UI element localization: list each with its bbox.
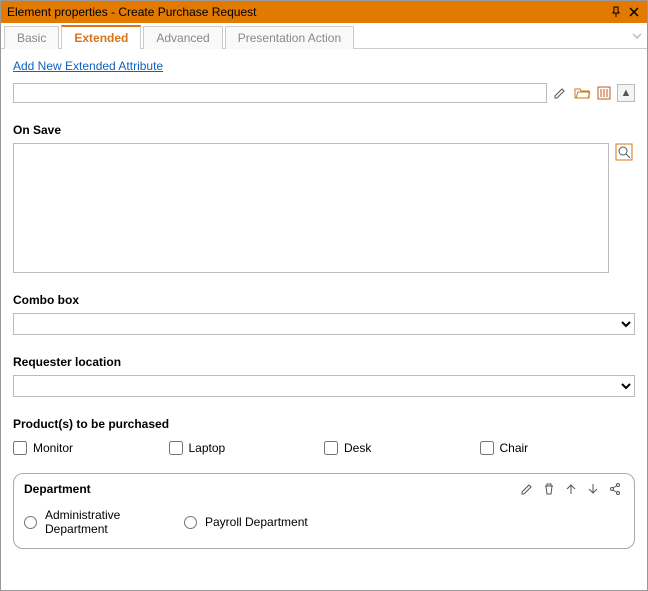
- check-desk[interactable]: Desk: [324, 441, 480, 455]
- scroll-up-icon[interactable]: ▲: [617, 84, 635, 102]
- move-down-icon[interactable]: [584, 480, 602, 498]
- titlebar: Element properties - Create Purchase Req…: [1, 1, 647, 23]
- combo-box-select[interactable]: [13, 313, 635, 335]
- edit-icon[interactable]: [551, 84, 569, 102]
- check-laptop-input[interactable]: [169, 441, 183, 455]
- window-title: Element properties - Create Purchase Req…: [7, 5, 607, 19]
- check-desk-label: Desk: [344, 441, 371, 455]
- check-laptop-label: Laptop: [189, 441, 226, 455]
- radio-payroll-input[interactable]: [184, 516, 197, 529]
- check-chair-label: Chair: [500, 441, 529, 455]
- products-checks: Monitor Laptop Desk Chair: [13, 441, 635, 455]
- check-chair[interactable]: Chair: [480, 441, 636, 455]
- zoom-icon[interactable]: [615, 143, 635, 163]
- check-monitor-label: Monitor: [33, 441, 73, 455]
- expression-row: ▲: [13, 83, 635, 103]
- label-requester: Requester location: [13, 355, 635, 369]
- radio-admin-label: Administrative Department: [45, 508, 145, 536]
- label-products: Product(s) to be purchased: [13, 417, 635, 431]
- pin-icon[interactable]: [607, 3, 625, 21]
- radio-payroll[interactable]: Payroll Department: [184, 508, 308, 536]
- trash-icon[interactable]: [540, 480, 558, 498]
- tab-basic[interactable]: Basic: [4, 26, 59, 49]
- pencil-icon[interactable]: [518, 480, 536, 498]
- tab-presentation[interactable]: Presentation Action: [225, 26, 354, 49]
- tab-extended[interactable]: Extended: [61, 25, 141, 49]
- check-laptop[interactable]: Laptop: [169, 441, 325, 455]
- check-monitor-input[interactable]: [13, 441, 27, 455]
- label-on-save: On Save: [13, 123, 635, 137]
- panel-root: Element properties - Create Purchase Req…: [0, 0, 648, 591]
- close-icon[interactable]: [625, 3, 643, 21]
- radio-payroll-label: Payroll Department: [205, 515, 308, 529]
- department-card: Department: [13, 473, 635, 549]
- move-up-icon[interactable]: [562, 480, 580, 498]
- dictionary-icon[interactable]: [595, 84, 613, 102]
- radio-admin[interactable]: Administrative Department: [24, 508, 184, 536]
- content: Add New Extended Attribute ▲ On Save Com…: [1, 49, 647, 590]
- add-attribute-link[interactable]: Add New Extended Attribute: [13, 59, 163, 73]
- requester-location-select[interactable]: [13, 375, 635, 397]
- radio-admin-input[interactable]: [24, 516, 37, 529]
- tabs-overflow[interactable]: [627, 23, 647, 48]
- label-department: Department: [24, 482, 518, 496]
- folder-open-icon[interactable]: [573, 84, 591, 102]
- check-chair-input[interactable]: [480, 441, 494, 455]
- label-combo: Combo box: [13, 293, 635, 307]
- department-radios: Administrative Department Payroll Depart…: [24, 508, 624, 536]
- on-save-textarea[interactable]: [13, 143, 609, 273]
- tabs: Basic Extended Advanced Presentation Act…: [1, 23, 647, 49]
- tab-advanced[interactable]: Advanced: [143, 26, 222, 49]
- department-header: Department: [24, 480, 624, 498]
- share-icon[interactable]: [606, 480, 624, 498]
- check-monitor[interactable]: Monitor: [13, 441, 169, 455]
- department-toolbar: [518, 480, 624, 498]
- expression-input[interactable]: [13, 83, 547, 103]
- check-desk-input[interactable]: [324, 441, 338, 455]
